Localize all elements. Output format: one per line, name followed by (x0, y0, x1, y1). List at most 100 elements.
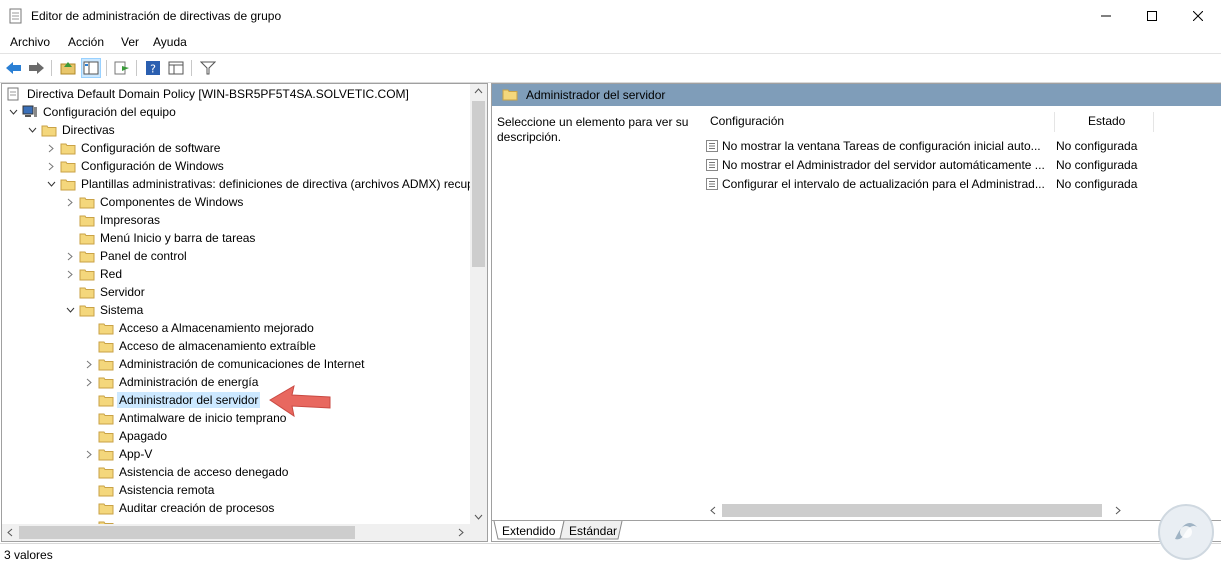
filter-button[interactable] (198, 58, 218, 78)
setting-state: No configurada (1056, 157, 1138, 172)
tree-node-enhanced-storage[interactable]: Acceso a Almacenamiento mejorado (84, 319, 316, 337)
tree-node-windows-config[interactable]: Configuración de Windows (46, 157, 226, 175)
folder-icon (79, 249, 95, 263)
minimize-button[interactable] (1083, 0, 1129, 32)
tree-node-server[interactable]: Servidor (65, 283, 147, 301)
chevron-right-icon[interactable] (84, 445, 94, 463)
setting-row[interactable]: No mostrar la ventana Tareas de configur… (706, 136, 1137, 155)
folder-icon (98, 393, 114, 407)
tree-node-network[interactable]: Red (65, 265, 124, 283)
settings-list: Configuración Estado No mostrar la venta… (702, 106, 1221, 506)
chevron-right-icon[interactable] (65, 247, 75, 265)
setting-row[interactable]: No mostrar el Administrador del servidor… (706, 155, 1137, 174)
scroll-thumb[interactable] (472, 101, 485, 267)
tree-node-power-management[interactable]: Administración de energía (84, 373, 260, 391)
view-tabs: Extendido Estándar (492, 520, 1221, 541)
tree-node-windows-components[interactable]: Componentes de Windows (65, 193, 245, 211)
chevron-right-icon[interactable] (84, 373, 94, 391)
tree-node-printers[interactable]: Impresoras (65, 211, 162, 229)
tab-estandar[interactable]: Estándar (569, 521, 617, 540)
menu-ver[interactable]: Ver (121, 35, 139, 49)
tree-node-admin-templates[interactable]: Plantillas administrativas: definiciones… (46, 175, 470, 193)
tree-label: Configuración de software (81, 141, 221, 155)
title-bar: Editor de administración de directivas d… (0, 0, 1221, 32)
tree-node-directivas[interactable]: Directivas (27, 121, 117, 139)
maximize-button[interactable] (1129, 0, 1175, 32)
tree-node-early-launch-antimalware[interactable]: Antimalware de inicio temprano (84, 409, 288, 427)
scroll-down-icon[interactable] (474, 514, 483, 520)
properties-button[interactable] (166, 58, 186, 78)
tree-horizontal-scrollbar[interactable] (2, 524, 470, 541)
tree-label: Apagado (119, 429, 168, 443)
tree-node-access-denied-assistance[interactable]: Asistencia de acceso denegado (84, 463, 290, 481)
help-button[interactable]: ? (143, 58, 163, 78)
setting-row[interactable]: Configurar el intervalo de actualización… (706, 174, 1137, 193)
tree-label: Administración de energía (119, 375, 259, 389)
folder-icon (98, 429, 114, 443)
tree-node-removable-storage[interactable]: Acceso de almacenamiento extraíble (84, 337, 318, 355)
tree-node-start-menu[interactable]: Menú Inicio y barra de tareas (65, 229, 257, 247)
export-icon (114, 61, 129, 75)
tree-label: Componentes de Windows (100, 195, 244, 209)
chevron-down-icon[interactable] (65, 301, 75, 319)
tree-node-control-panel[interactable]: Panel de control (65, 247, 189, 265)
tree-label: Configuración de Windows (81, 159, 224, 173)
forward-button[interactable] (27, 58, 47, 78)
tab-extendido[interactable]: Extendido (502, 521, 555, 540)
tree-node-app-v[interactable]: App-V (84, 445, 154, 463)
tree-label: Directiva Default Domain Policy [WIN-BSR… (27, 87, 409, 101)
tree-label: Acceso de almacenamiento extraíble (119, 339, 316, 353)
close-button[interactable] (1175, 0, 1221, 32)
scroll-right-icon[interactable] (1115, 506, 1121, 515)
details-pane: Administrador del servidor Seleccione un… (491, 83, 1221, 542)
chevron-down-icon[interactable] (27, 121, 37, 139)
scroll-up-icon[interactable] (474, 88, 483, 94)
setting-state: No configurada (1056, 138, 1138, 153)
back-button[interactable] (4, 58, 24, 78)
svg-text:?: ? (150, 63, 156, 76)
folder-icon (98, 483, 114, 497)
tree-node-system[interactable]: Sistema (65, 301, 145, 319)
list-horizontal-scrollbar[interactable] (705, 502, 1221, 519)
export-list-button[interactable] (112, 58, 132, 78)
tree-node-computer-config[interactable]: Configuración del equipo (8, 103, 178, 121)
chevron-down-icon[interactable] (8, 103, 18, 121)
folder-icon (60, 141, 76, 155)
chevron-right-icon[interactable] (65, 193, 75, 211)
chevron-down-icon[interactable] (46, 175, 56, 193)
tree-node-software-config[interactable]: Configuración de software (46, 139, 222, 157)
window-title: Editor de administración de directivas d… (31, 9, 282, 23)
chevron-right-icon[interactable] (65, 265, 75, 283)
scroll-left-icon[interactable] (710, 506, 716, 515)
menu-archivo[interactable]: Archivo (10, 35, 50, 49)
tree-node-audit-process-creation[interactable]: Auditar creación de procesos (84, 499, 276, 517)
policy-setting-icon (706, 177, 718, 190)
menu-ayuda[interactable]: Ayuda (153, 35, 187, 49)
menu-accion[interactable]: Acción (68, 35, 104, 49)
column-header-configuracion[interactable]: Configuración (710, 114, 784, 134)
tree-node-server-manager[interactable]: Administrador del servidor (84, 391, 261, 409)
up-folder-button[interactable] (58, 58, 78, 78)
chevron-right-icon[interactable] (46, 157, 56, 175)
tree-node-policy-root[interactable]: Directiva Default Domain Policy [WIN-BSR… (6, 85, 411, 103)
scroll-left-icon[interactable] (7, 528, 13, 537)
scroll-thumb[interactable] (722, 504, 1102, 517)
folder-icon (79, 195, 95, 209)
folder-icon (60, 159, 76, 173)
tree-node-shutdown[interactable]: Apagado (84, 427, 169, 445)
tree-vertical-scrollbar[interactable] (470, 84, 487, 524)
tree-node-remote-assistance[interactable]: Asistencia remota (84, 481, 216, 499)
folder-icon (98, 465, 114, 479)
toolbar: ? (0, 53, 1221, 83)
chevron-right-icon[interactable] (84, 355, 94, 373)
back-arrow-icon (6, 62, 21, 74)
scroll-thumb[interactable] (19, 526, 355, 539)
scroll-right-icon[interactable] (458, 528, 464, 537)
tree-node-internet-comm[interactable]: Administración de comunicaciones de Inte… (84, 355, 366, 373)
column-header-estado[interactable]: Estado (1088, 114, 1125, 134)
policy-setting-icon (706, 158, 718, 171)
folder-icon (98, 447, 114, 461)
show-tree-button[interactable] (81, 58, 101, 78)
chevron-right-icon[interactable] (46, 139, 56, 157)
setting-name: No mostrar la ventana Tareas de configur… (722, 138, 1041, 153)
